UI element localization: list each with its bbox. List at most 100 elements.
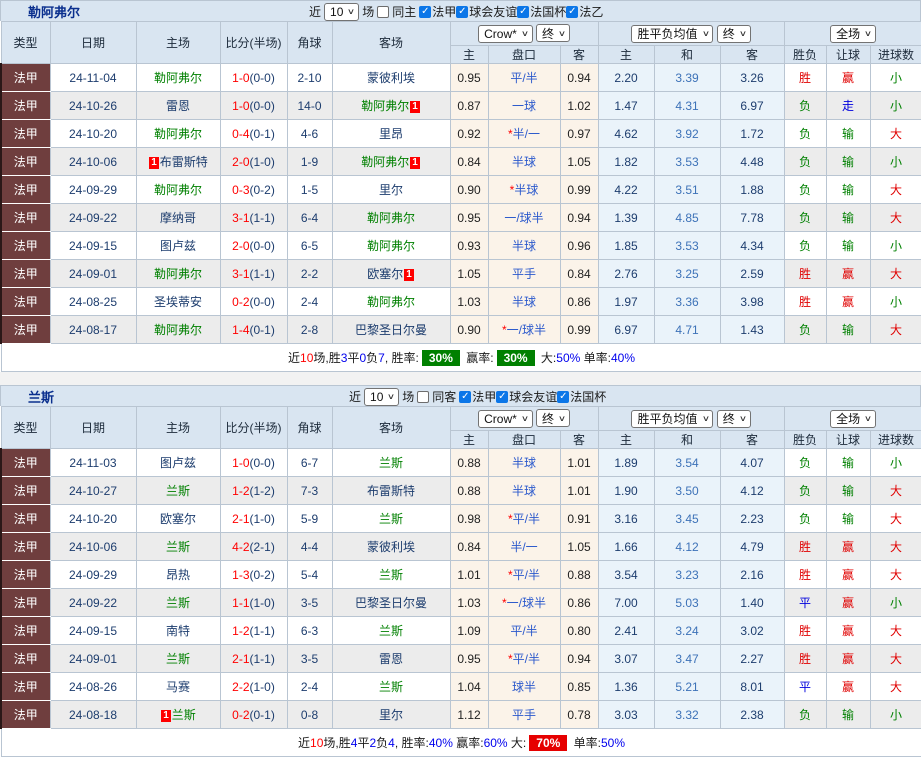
odds-home: 1.89 [597, 448, 655, 477]
avg-odds-select[interactable]: 胜平负均值 ∨ [631, 24, 714, 43]
odds-draw: 3.51 [653, 175, 721, 204]
away-team-link[interactable]: 布雷斯特 [331, 476, 451, 505]
col-header-corner: 角球 [286, 406, 333, 449]
away-team-link[interactable]: 兰斯 [331, 672, 451, 701]
checkbox-checked-icon[interactable]: ✓ [459, 390, 472, 403]
home-team-name: 图卢兹 [159, 456, 196, 470]
same-venue-filter[interactable]: 同客 [417, 388, 456, 405]
home-team-link[interactable]: 南特 [135, 616, 221, 645]
away-team-link[interactable]: 兰斯 [331, 504, 451, 533]
halftime-score: (0-0) [249, 98, 275, 113]
handicap-result-cell: 输 [825, 231, 871, 260]
result-cell: 胜 [783, 287, 827, 316]
home-team-link[interactable]: 兰斯 [135, 532, 221, 561]
goals-result-cell: 大 [869, 476, 921, 505]
away-team-name: 兰斯 [378, 568, 403, 582]
home-team-link[interactable]: 兰斯 [135, 588, 221, 617]
team-title-link[interactable]: 勒阿弗尔 [28, 2, 80, 21]
bookmaker-select[interactable]: Crow* ∨ [478, 409, 533, 428]
handicap-line: *一/球半 [487, 588, 561, 617]
away-team-link[interactable]: 里尔 [331, 700, 451, 729]
corner-count: 14-0 [286, 91, 333, 120]
bookmaker-select[interactable]: Crow* ∨ [478, 24, 533, 43]
home-team-link[interactable]: 图卢兹 [135, 231, 221, 260]
league-filter[interactable]: ✓ 球会友谊 [496, 388, 557, 405]
home-team-link[interactable]: 兰斯 [135, 476, 221, 505]
away-team-link[interactable]: 里尔 [331, 175, 451, 204]
avg-time-select[interactable]: 终 ∨ [716, 409, 751, 428]
away-team-link[interactable]: 勒阿弗尔 [331, 231, 451, 260]
home-team-link[interactable]: 圣埃蒂安 [135, 287, 221, 316]
home-team-link[interactable]: 雷恩 [135, 91, 221, 120]
score-cell: 1-2(1-1) [219, 616, 288, 645]
league-filter[interactable]: ✓ 法国杯 [557, 388, 606, 405]
away-team-link[interactable]: 勒阿弗尔 [331, 287, 451, 316]
away-team-link[interactable]: 雷恩 [331, 644, 451, 673]
home-team-link[interactable]: 昂热 [135, 560, 221, 589]
away-team-link[interactable]: 兰斯 [331, 560, 451, 589]
home-team-link[interactable]: 兰斯 [135, 644, 221, 673]
away-team-link[interactable]: 蒙彼利埃 [331, 63, 451, 92]
home-team-link[interactable]: 勒阿弗尔 [135, 259, 221, 288]
bookmaker-value: Crow* [484, 26, 517, 41]
corner-count: 3-5 [286, 588, 333, 617]
same-venue-filter[interactable]: 同主 [377, 3, 416, 20]
home-team-link[interactable]: 勒阿弗尔 [135, 315, 221, 344]
score-cell: 3-1(1-1) [219, 203, 288, 232]
home-team-link[interactable]: 1 布雷斯特 [135, 147, 221, 176]
checkbox-checked-icon[interactable]: ✓ [496, 390, 509, 403]
checkbox-checked-icon[interactable]: ✓ [419, 5, 432, 18]
league-filter-label: 法国杯 [530, 5, 567, 19]
chevron-down-icon: ∨ [701, 414, 710, 423]
away-team-link[interactable]: 巴黎圣日尔曼 [331, 315, 451, 344]
away-team-link[interactable]: 蒙彼利埃 [331, 532, 451, 561]
home-team-link[interactable]: 图卢兹 [135, 448, 221, 477]
scope-select[interactable]: 全场 ∨ [830, 409, 876, 428]
checkbox-checked-icon[interactable]: ✓ [566, 5, 579, 18]
home-team-link[interactable]: 勒阿弗尔 [135, 63, 221, 92]
away-team-name: 兰斯 [378, 512, 403, 526]
away-team-link[interactable]: 欧塞尔 1 [331, 259, 451, 288]
match-date: 24-09-22 [49, 588, 137, 617]
avg-time-select[interactable]: 终 ∨ [716, 24, 751, 43]
home-team-link[interactable]: 勒阿弗尔 [135, 119, 221, 148]
result-cell: 胜 [783, 644, 827, 673]
corner-count: 6-7 [286, 448, 333, 477]
checkbox-checked-icon[interactable]: ✓ [517, 5, 530, 18]
recent-count-select[interactable]: 10 ∨ [364, 387, 400, 406]
home-team-link[interactable]: 1 兰斯 [135, 700, 221, 729]
checkbox-unchecked-icon[interactable] [417, 390, 430, 403]
checkbox-unchecked-icon[interactable] [377, 5, 390, 18]
home-team-link[interactable]: 勒阿弗尔 [135, 175, 221, 204]
away-team-link[interactable]: 勒阿弗尔 [331, 203, 451, 232]
away-team-name: 巴黎圣日尔曼 [354, 596, 427, 610]
avg-odds-select[interactable]: 胜平负均值 ∨ [631, 409, 714, 428]
checkbox-checked-icon[interactable]: ✓ [557, 390, 570, 403]
home-team-link[interactable]: 马赛 [135, 672, 221, 701]
away-team-link[interactable]: 勒阿弗尔 1 [331, 147, 451, 176]
summary-segment: 40% [428, 736, 453, 750]
team-title-link[interactable]: 兰斯 [28, 387, 54, 406]
away-team-link[interactable]: 兰斯 [331, 616, 451, 645]
away-team-link[interactable]: 巴黎圣日尔曼 [331, 588, 451, 617]
league-filter[interactable]: ✓ 球会友谊 [456, 3, 517, 20]
checkbox-checked-icon[interactable]: ✓ [456, 5, 469, 18]
away-team-link[interactable]: 兰斯 [331, 448, 451, 477]
result-cell: 负 [783, 147, 827, 176]
home-team-name: 雷恩 [165, 99, 190, 113]
away-team-link[interactable]: 里昂 [331, 119, 451, 148]
scope-select[interactable]: 全场 ∨ [830, 24, 876, 43]
odds-home: 2.76 [597, 259, 655, 288]
handicap-home-odds: 1.05 [449, 259, 489, 288]
league-filter[interactable]: ✓ 法甲 [419, 3, 456, 20]
league-filter[interactable]: ✓ 法乙 [566, 3, 603, 20]
league-filter[interactable]: ✓ 法甲 [459, 388, 496, 405]
away-team-link[interactable]: 勒阿弗尔 1 [331, 91, 451, 120]
home-team-link[interactable]: 摩纳哥 [135, 203, 221, 232]
home-team-link[interactable]: 欧塞尔 [135, 504, 221, 533]
league-filter[interactable]: ✓ 法国杯 [517, 3, 566, 20]
col-header-goals: 进球数 [869, 430, 921, 449]
bookmaker-time-select[interactable]: 终 ∨ [536, 24, 570, 43]
recent-count-select[interactable]: 10 ∨ [324, 2, 360, 21]
bookmaker-time-select[interactable]: 终 ∨ [536, 409, 570, 428]
